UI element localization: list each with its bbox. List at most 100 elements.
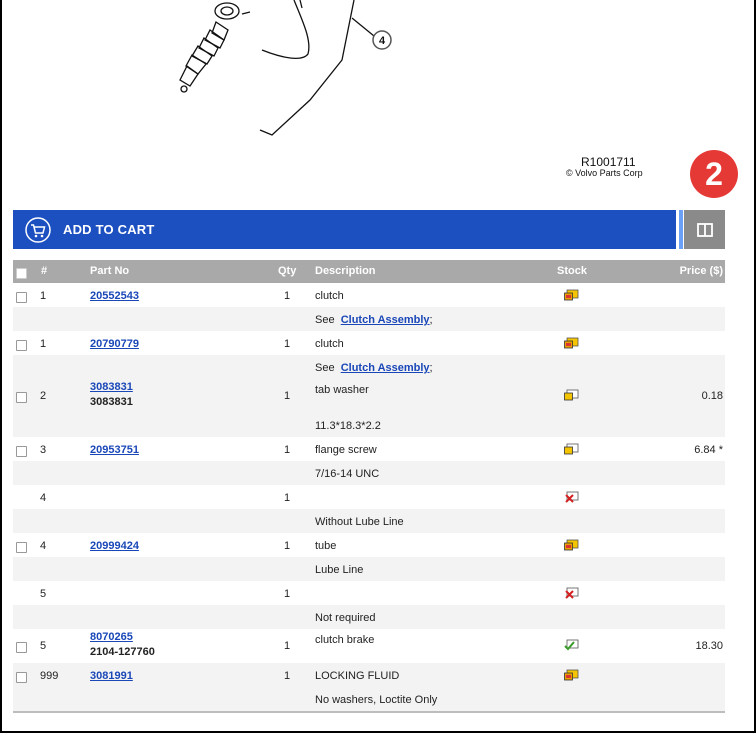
header-part-no[interactable]: Part No [90, 265, 129, 277]
row-note: Not required [315, 612, 376, 624]
clutch-assembly-link[interactable]: Clutch Assembly [341, 362, 430, 374]
table-row: 1 20790779 1 clutch [13, 331, 725, 355]
row-checkbox[interactable] [16, 446, 27, 457]
row-checkbox[interactable] [16, 392, 27, 403]
bracket-drawing [259, 0, 375, 136]
in-stock-partial-icon[interactable] [564, 669, 579, 684]
row-checkbox[interactable] [16, 542, 27, 553]
table-row-note: See Clutch Assembly; [13, 355, 725, 379]
row-qty: 1 [284, 492, 291, 504]
add-to-cart-button[interactable]: ADD TO CART [13, 210, 676, 249]
row-qty: 1 [284, 540, 291, 552]
split-view-button[interactable] [684, 210, 725, 249]
row-qty: 1 [284, 444, 291, 456]
illustration-reference: R1001711 [581, 155, 636, 169]
bolt-drawing [179, 2, 251, 93]
table-row: 999 3081991 1 LOCKING FLUID [13, 663, 725, 687]
row-num: 999 [40, 670, 59, 682]
row-price: 18.30 [695, 640, 723, 652]
parts-table: # Part No Qty Description Stock Price ($… [13, 260, 725, 711]
row-num: 3 [40, 444, 47, 456]
in-stock-partial-icon[interactable] [564, 337, 579, 352]
row-description: clutch [315, 338, 344, 350]
row-checkbox[interactable] [16, 292, 27, 303]
row-checkbox[interactable] [16, 340, 27, 351]
row-description: LOCKING FLUID [315, 670, 400, 682]
table-row: 1 20552543 1 clutch [13, 283, 725, 307]
header-num: # [41, 265, 48, 277]
row-checkbox[interactable] [16, 672, 27, 683]
row-note: 7/16-14 UNC [315, 468, 380, 480]
header-description[interactable]: Description [315, 265, 376, 277]
in-stock-partial-icon[interactable] [564, 539, 579, 554]
step-badge: 2 [690, 150, 738, 198]
row-description: clutch [315, 290, 344, 302]
part-number-link[interactable]: 3081991 [90, 670, 133, 682]
table-row-note: Lube Line [13, 557, 725, 581]
row-qty: 1 [284, 290, 291, 302]
part-number-link[interactable]: 3083831 [90, 381, 133, 393]
table-body: 1 20552543 1 clutch See Clutch Assembly; 1 207… [13, 283, 725, 711]
select-all-checkbox[interactable] [16, 268, 27, 279]
row-description: clutch brake [315, 634, 375, 646]
alt-part-number: 3083831 [90, 396, 133, 408]
row-num: 4 [40, 492, 47, 504]
table-row-note: 7/16-14 UNC [13, 461, 725, 485]
row-num: 4 [40, 540, 47, 552]
illustration-copyright: © Volvo Parts Corp [566, 168, 643, 178]
table-row-note: See Clutch Assembly; [13, 307, 725, 331]
table-row: 3 20953751 1 flange screw 6.84 * [13, 437, 725, 461]
table-row: 41 [13, 485, 725, 509]
table-row: 5 8070265 2104-127760 1 clutch brake 18.30 [13, 629, 725, 663]
order-icon[interactable] [564, 389, 579, 404]
table-row-note: No washers, Loctite Only [13, 687, 725, 711]
row-note: Without Lube Line [315, 516, 404, 528]
unavailable-icon[interactable] [564, 491, 579, 506]
row-price: 0.18 [701, 390, 723, 402]
table-row: 4 20999424 1 tube [13, 533, 725, 557]
row-num: 5 [40, 588, 47, 600]
unavailable-icon[interactable] [564, 587, 579, 602]
table-header: # Part No Qty Description Stock Price ($… [13, 260, 725, 283]
toolbar-divider [679, 210, 683, 249]
add-to-cart-label: ADD TO CART [63, 222, 155, 237]
in-stock-partial-icon[interactable] [564, 289, 579, 304]
table-row-note: Without Lube Line [13, 509, 725, 533]
row-num: 5 [40, 640, 47, 652]
row-note: See Clutch Assembly; [315, 362, 433, 374]
row-description: tab washer [315, 384, 369, 396]
in-stock-icon[interactable] [564, 639, 579, 654]
table-row: 51 [13, 581, 725, 605]
row-note: See Clutch Assembly; [315, 314, 433, 326]
header-price[interactable]: Price ($) [643, 265, 723, 277]
part-number-link[interactable]: 20953751 [90, 444, 139, 456]
row-num: 2 [40, 390, 47, 402]
clutch-assembly-link[interactable]: Clutch Assembly [341, 314, 430, 326]
row-price: 6.84 * [694, 444, 723, 456]
svg-text:4: 4 [379, 35, 386, 47]
row-qty: 1 [284, 640, 291, 652]
callout-4: 4 [372, 30, 392, 50]
note-prefix: See [315, 314, 335, 326]
header-qty[interactable]: Qty [278, 265, 296, 277]
row-note: 11.3*18.3*2.2 [315, 420, 381, 432]
part-number-link[interactable]: 8070265 [90, 631, 133, 643]
row-note: No washers, Loctite Only [315, 694, 438, 706]
row-description: flange screw [315, 444, 377, 456]
header-stock[interactable]: Stock [557, 265, 587, 277]
part-number-link[interactable]: 20552543 [90, 290, 139, 302]
part-number-link[interactable]: 20999424 [90, 540, 139, 552]
row-qty: 1 [284, 588, 291, 600]
order-icon[interactable] [564, 443, 579, 458]
table-row: 2 3083831 3083831 1 tab washer 0.18 [13, 379, 725, 413]
row-checkbox[interactable] [16, 642, 27, 653]
page-frame: 4 R1001711 © Volvo Parts Corp 2 ADD TO C… [2, 0, 754, 731]
alt-part-number: 2104-127760 [90, 646, 155, 658]
table-row-note: 11.3*18.3*2.2 [13, 413, 725, 437]
part-number-link[interactable]: 20790779 [90, 338, 139, 350]
note-suffix: ; [429, 314, 433, 326]
row-num: 1 [40, 290, 47, 302]
table-row-note: Not required [13, 605, 725, 629]
row-qty: 1 [284, 390, 291, 402]
row-qty: 1 [284, 670, 291, 682]
